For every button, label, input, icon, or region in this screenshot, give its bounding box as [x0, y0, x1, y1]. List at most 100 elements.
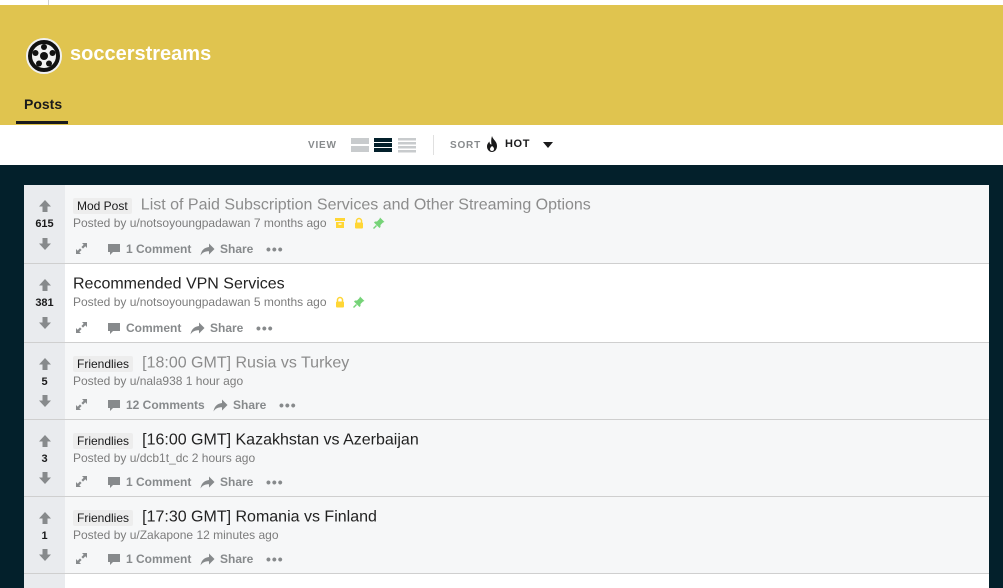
tab-active-indicator	[16, 121, 68, 124]
post-title[interactable]: [18:00 GMT] Rusia vs Turkey	[142, 355, 349, 372]
sort-label: SORT	[450, 140, 481, 151]
more-options-icon[interactable]: •••	[266, 241, 284, 257]
vote-column: 615	[24, 185, 65, 263]
lock-icon	[335, 296, 344, 308]
post-author[interactable]: Posted by u/notsoyoungpadawan	[73, 216, 250, 230]
downvote-icon[interactable]	[38, 316, 52, 330]
sort-dropdown[interactable]: HOT	[505, 138, 530, 150]
post-time: 7 months ago	[253, 216, 327, 230]
share-button[interactable]: Share	[213, 398, 266, 412]
post-row[interactable]: 381 Recommended VPN Services Posted by u…	[24, 264, 989, 343]
post-title[interactable]: List of Paid Subscription Services and O…	[141, 197, 591, 214]
comment-icon	[108, 553, 120, 565]
post-score: 1	[41, 530, 48, 542]
share-button[interactable]: Share	[190, 321, 243, 335]
post-row[interactable]: 3 Friendlies [16:00 GMT] Kazakhstan vs A…	[24, 420, 989, 497]
share-button[interactable]: Share	[200, 552, 253, 566]
post-time: 1 hour ago	[185, 374, 244, 388]
post-row[interactable]: 1 Friendlies [17:30 GMT] Romania vs Finl…	[24, 497, 989, 574]
post-author[interactable]: Posted by u/notsoyoungpadawan	[73, 295, 250, 309]
share-icon	[200, 243, 215, 255]
lock-icon	[355, 217, 364, 229]
comment-icon	[108, 243, 120, 255]
downvote-icon[interactable]	[38, 548, 52, 562]
comments-button[interactable]: 1 Comment	[107, 242, 191, 256]
downvote-icon[interactable]	[38, 471, 52, 485]
more-options-icon[interactable]: •••	[279, 397, 297, 413]
comments-count: Comment	[126, 321, 182, 335]
expand-icon[interactable]	[75, 398, 88, 411]
expand-icon[interactable]	[75, 552, 88, 565]
share-icon	[190, 322, 205, 334]
post-meta: Posted by u/notsoyoungpadawan 5 months a…	[73, 295, 365, 309]
vote-column	[24, 574, 65, 588]
post-title[interactable]: [16:00 GMT] Kazakhstan vs Azerbaijan	[142, 432, 419, 449]
post-row-partial[interactable]	[24, 574, 989, 588]
comments-button[interactable]: Comment	[107, 321, 181, 335]
comments-count: 1 Comment	[126, 242, 192, 256]
vote-column: 3	[24, 420, 65, 496]
post-author[interactable]: Posted by u/dcb1t_dc	[73, 451, 188, 465]
vote-column: 5	[24, 343, 65, 419]
post-title[interactable]: [17:30 GMT] Romania vs Finland	[142, 509, 377, 526]
upvote-icon[interactable]	[38, 199, 52, 213]
more-options-icon[interactable]: •••	[266, 551, 284, 567]
expand-icon[interactable]	[75, 475, 88, 488]
post-title[interactable]: Recommended VPN Services	[73, 276, 285, 293]
chevron-down-icon[interactable]	[543, 142, 553, 148]
expand-icon[interactable]	[75, 321, 88, 334]
post-row[interactable]: 615 Mod Post List of Paid Subscription S…	[24, 185, 989, 264]
post-score: 3	[41, 453, 48, 465]
share-button[interactable]: Share	[200, 242, 253, 256]
view-sort-bar: VIEW SORT HOT	[0, 125, 1003, 165]
share-label: Share	[220, 242, 254, 256]
share-label: Share	[220, 552, 254, 566]
upvote-icon[interactable]	[38, 511, 52, 525]
more-options-icon[interactable]: •••	[266, 474, 284, 490]
comment-icon	[108, 399, 120, 411]
comments-count: 1 Comment	[126, 475, 192, 489]
subreddit-title[interactable]: soccerstreams	[70, 43, 211, 66]
post-meta: Posted by u/notsoyoungpadawan 7 months a…	[73, 216, 385, 230]
post-meta: Posted by u/Zakapone 12 minutes ago	[73, 528, 279, 542]
post-author[interactable]: Posted by u/nala938	[73, 374, 182, 388]
comments-button[interactable]: 1 Comment	[107, 475, 191, 489]
soccer-ball-icon[interactable]	[26, 38, 62, 74]
comments-button[interactable]: 12 Comments	[107, 398, 205, 412]
comments-count: 12 Comments	[126, 398, 205, 412]
post-author[interactable]: Posted by u/Zakapone	[73, 528, 193, 542]
subreddit-banner: soccerstreams Posts	[0, 5, 1003, 125]
card-view-icon[interactable]	[351, 137, 369, 153]
upvote-icon[interactable]	[38, 278, 52, 292]
tab-posts[interactable]: Posts	[24, 96, 62, 112]
upvote-icon[interactable]	[38, 357, 52, 371]
expand-icon[interactable]	[75, 242, 88, 255]
more-options-icon[interactable]: •••	[256, 320, 274, 336]
toolbar-divider	[433, 135, 434, 155]
compact-view-icon[interactable]	[398, 137, 416, 153]
post-flair[interactable]: Friendlies	[73, 355, 134, 372]
share-label: Share	[220, 475, 254, 489]
post-time: 2 hours ago	[191, 451, 256, 465]
post-flair[interactable]: Mod Post	[73, 197, 132, 214]
post-flair[interactable]: Friendlies	[73, 509, 134, 526]
post-flair[interactable]: Friendlies	[73, 432, 134, 449]
post-score: 5	[41, 376, 48, 388]
share-button[interactable]: Share	[200, 475, 253, 489]
share-icon	[200, 553, 215, 565]
share-icon	[213, 399, 228, 411]
share-icon	[200, 476, 215, 488]
post-score: 381	[35, 297, 54, 309]
downvote-icon[interactable]	[38, 237, 52, 251]
comments-button[interactable]: 1 Comment	[107, 552, 191, 566]
classic-view-icon[interactable]	[374, 137, 392, 153]
post-row[interactable]: 5 Friendlies [18:00 GMT] Rusia vs Turkey…	[24, 343, 989, 420]
share-label: Share	[210, 321, 244, 335]
post-feed: 615 Mod Post List of Paid Subscription S…	[24, 185, 989, 588]
downvote-icon[interactable]	[38, 394, 52, 408]
hot-flame-icon[interactable]	[485, 136, 499, 152]
upvote-icon[interactable]	[38, 434, 52, 448]
pin-icon	[372, 217, 385, 229]
pin-icon	[353, 296, 365, 308]
comment-icon	[108, 322, 120, 334]
